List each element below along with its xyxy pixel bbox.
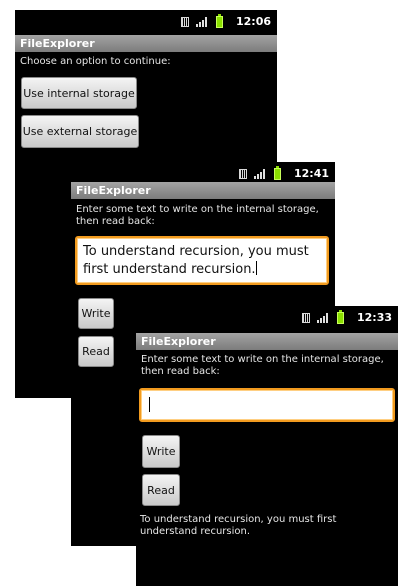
battery-icon: [215, 13, 223, 28]
battery-icon: [273, 165, 281, 180]
input-text: To understand recursion, you must first …: [83, 244, 309, 277]
status-bar: 12:06: [15, 10, 277, 35]
read-result-screen: 12:33 FileExplorer Enter some text to wr…: [136, 306, 398, 586]
sim-card-icon: [301, 312, 310, 323]
enter-text-prompt: Enter some text to write on the internal…: [76, 204, 319, 228]
status-bar: 12:33: [136, 306, 398, 331]
use-internal-storage-button[interactable]: Use internal storage: [21, 77, 137, 109]
sim-card-icon: [238, 168, 247, 179]
app-title-bar: FileExplorer: [15, 35, 277, 52]
prompt-line-1: Enter some text to write on the internal…: [141, 354, 384, 365]
prompt-line-2: then read back:: [76, 216, 155, 227]
use-external-storage-button[interactable]: Use external storage: [21, 115, 139, 148]
text-input-field[interactable]: [139, 388, 395, 422]
text-cursor: [255, 261, 257, 275]
read-back-output: To understand recursion, you must first …: [140, 514, 337, 537]
signal-strength-icon: [195, 16, 209, 27]
signal-strength-icon: [316, 312, 330, 323]
signal-strength-icon: [253, 168, 267, 179]
choose-option-prompt: Choose an option to continue:: [20, 56, 171, 67]
status-clock: 12:06: [235, 15, 271, 28]
read-button[interactable]: Read: [78, 336, 114, 367]
status-icons: 12:06: [180, 13, 271, 28]
status-icons: 12:33: [301, 309, 392, 324]
text-input-field[interactable]: To understand recursion, you must first …: [75, 236, 329, 285]
status-clock: 12:33: [356, 311, 392, 324]
app-title-bar: FileExplorer: [136, 333, 398, 350]
status-icons: 12:41: [238, 165, 329, 180]
app-title-bar: FileExplorer: [71, 182, 335, 199]
sim-card-icon: [180, 16, 189, 27]
battery-icon: [336, 309, 344, 324]
status-clock: 12:41: [293, 167, 329, 180]
write-button[interactable]: Write: [78, 298, 114, 329]
write-button[interactable]: Write: [142, 435, 180, 468]
enter-text-prompt: Enter some text to write on the internal…: [141, 354, 384, 378]
text-cursor: [149, 397, 150, 412]
prompt-line-1: Enter some text to write on the internal…: [76, 204, 319, 215]
read-button[interactable]: Read: [142, 474, 180, 506]
prompt-line-2: then read back:: [141, 366, 220, 377]
